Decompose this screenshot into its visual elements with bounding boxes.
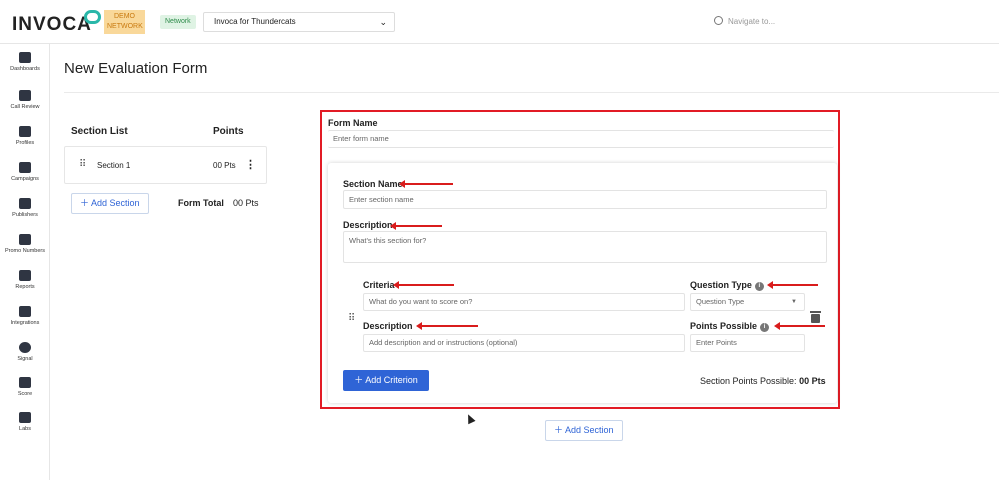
annotation-arrow	[390, 222, 442, 230]
page-title: New Evaluation Form	[64, 60, 208, 77]
criterion-drag-handle-icon[interactable]: ⠿	[348, 313, 355, 324]
add-section-button-sidebar[interactable]: ＋ Add Section	[71, 193, 149, 214]
sidebar-item-integrations[interactable]: Integrations	[0, 306, 50, 326]
annotation-arrow	[416, 322, 478, 330]
chevron-down-icon: ⌄	[379, 17, 387, 27]
network-label: Network	[160, 15, 196, 29]
demo-network-badge: DEMO NETWORK	[104, 10, 145, 34]
sidebar-item-call-review[interactable]: Call Review	[0, 90, 50, 110]
sidebar-item-campaigns[interactable]: Campaigns	[0, 162, 50, 182]
keypad-icon	[19, 234, 31, 245]
title-divider	[64, 92, 999, 93]
section-name-input[interactable]: Enter section name	[343, 190, 827, 209]
sidebar-item-profiles[interactable]: Profiles	[0, 126, 50, 146]
add-section-label: Add Section	[565, 425, 614, 435]
section-points-value: 00 Pts	[799, 376, 826, 386]
form-name-label: Form Name	[328, 118, 378, 128]
question-type-label-wrap: Question Type i	[690, 280, 764, 291]
criteria-input[interactable]: What do you want to score on?	[363, 293, 685, 311]
sidebar-item-label: Publishers	[12, 212, 38, 218]
profiles-icon	[19, 126, 31, 137]
sidebar-item-label: Campaigns	[11, 176, 39, 182]
section-description-input[interactable]: What's this section for?	[343, 231, 827, 263]
annotation-arrow	[393, 281, 454, 289]
network-select-value: Invoca for Thundercats	[214, 17, 296, 26]
add-criterion-label: Add Criterion	[365, 375, 418, 385]
question-type-value: Question Type	[696, 297, 745, 306]
sidebar-item-labs[interactable]: Labs	[0, 412, 50, 432]
form-total-value: 00 Pts	[233, 198, 259, 208]
form-total-label: Form Total	[178, 198, 224, 208]
sidebar-item-label: Dashboards	[10, 66, 40, 72]
reports-icon	[19, 270, 31, 281]
sidebar-item-dashboards[interactable]: Dashboards	[0, 52, 50, 72]
info-icon[interactable]: i	[760, 323, 770, 332]
sidebar-item-publishers[interactable]: Publishers	[0, 198, 50, 218]
sidebar-item-label: Reports	[15, 284, 35, 290]
points-header: Points	[213, 126, 244, 137]
drag-handle-icon[interactable]: ⠿	[79, 159, 86, 170]
section-name-label: Section Name	[343, 179, 403, 189]
sidebar-item-promo-numbers[interactable]: Promo Numbers	[0, 234, 50, 254]
sidebar-item-label: Labs	[19, 426, 31, 432]
dashboard-icon	[19, 52, 31, 63]
section-row-name: Section 1	[97, 161, 131, 170]
logo-bubble-icon	[84, 10, 101, 24]
add-criterion-button[interactable]: ＋ Add Criterion	[343, 370, 429, 391]
add-section-label: Add Section	[91, 198, 140, 208]
network-select[interactable]: Invoca for Thundercats ⌄	[203, 12, 395, 32]
annotation-arrow	[399, 180, 453, 188]
caret-down-icon: ▼	[791, 299, 797, 305]
section-row-points: 00 Pts	[213, 161, 236, 170]
search-placeholder: Navigate to...	[728, 17, 776, 26]
navigate-search[interactable]: Navigate to...	[714, 15, 775, 26]
section-list-header: Section List	[71, 126, 128, 137]
points-possible-label: Points Possible	[690, 321, 758, 331]
score-icon	[19, 377, 31, 388]
more-options-icon[interactable]: ⋮	[245, 158, 256, 171]
call-review-icon	[19, 90, 31, 101]
annotation-arrow	[774, 322, 825, 330]
form-name-input[interactable]: Enter form name	[328, 130, 834, 148]
sidebar-item-reports[interactable]: Reports	[0, 270, 50, 290]
top-bar: INVOCA DEMO NETWORK Network Invoca for T…	[0, 0, 999, 44]
sidebar-item-score[interactable]: Score	[0, 377, 50, 397]
sidebar-item-label: Call Review	[10, 104, 40, 110]
labs-icon	[19, 412, 31, 423]
sidebar-item-label: Integrations	[10, 320, 40, 326]
mouse-cursor-icon	[464, 412, 476, 425]
logo: INVOCA	[12, 14, 92, 35]
points-possible-label-wrap: Points Possible i	[690, 321, 770, 332]
sidebar-item-label: Score	[17, 391, 33, 397]
question-type-select[interactable]: Question Type ▼	[690, 293, 805, 311]
sidebar-item-label: Promo Numbers	[4, 248, 46, 254]
section-list-row[interactable]: ⠿ Section 1 00 Pts ⋮	[64, 146, 267, 184]
criterion-description-label: Description	[363, 321, 413, 331]
sidebar-item-signal[interactable]: Signal	[0, 342, 50, 362]
sidebar-item-label: Profiles	[15, 140, 35, 146]
add-section-button[interactable]: ＋ Add Section	[545, 420, 623, 441]
points-possible-input[interactable]: Enter Points	[690, 334, 805, 352]
annotation-arrow	[767, 281, 818, 289]
search-icon	[714, 16, 723, 25]
criteria-label: Criteria	[363, 280, 395, 290]
section-points-possible: Section Points Possible: 00 Pts	[700, 376, 826, 386]
trash-icon[interactable]	[810, 311, 821, 323]
info-icon[interactable]: i	[754, 282, 764, 291]
criterion-description-input[interactable]: Add description and or instructions (opt…	[363, 334, 685, 352]
section-description-label: Description	[343, 220, 393, 230]
signal-icon	[19, 342, 31, 353]
integrations-icon	[19, 306, 31, 317]
publishers-icon	[19, 198, 31, 209]
sidebar-item-label: Signal	[17, 356, 33, 362]
campaigns-icon	[19, 162, 31, 173]
question-type-label: Question Type	[690, 280, 752, 290]
section-points-label: Section Points Possible:	[700, 376, 797, 386]
sidebar: Dashboards Call Review Profiles Campaign…	[0, 44, 50, 480]
